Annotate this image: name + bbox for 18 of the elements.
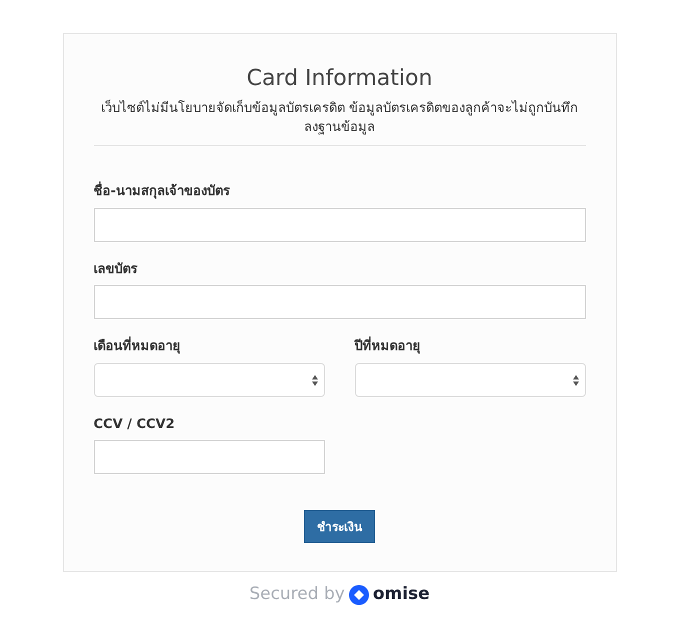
sort-arrows-icon bbox=[312, 374, 318, 386]
field-label: เลขบัตร bbox=[94, 260, 138, 278]
field-label: เดือนที่หมดอายุ bbox=[94, 337, 324, 356]
field-label: ชื่อ-นามสกุลเจ้าของบัตร bbox=[94, 182, 586, 202]
form-title: Card Information bbox=[246, 65, 434, 93]
field-label: ปีที่หมดอายุ bbox=[354, 337, 586, 356]
secured-by-text: Secured by bbox=[249, 583, 345, 606]
select-field[interactable] bbox=[354, 362, 586, 396]
pay-button[interactable]: ชำระเงิน bbox=[304, 510, 375, 543]
input-field[interactable] bbox=[94, 440, 324, 474]
notice-text: เว็บไซต์ไม่มีนโยบายจัดเก็บข้อมูลบัตรเครดิต ข้อมูลบัตรเครดิตของลูกค้าจะไม่ถูกบันทึกลงฐานข้อมูล bbox=[100, 99, 580, 137]
field-label: CCV / CCV2 bbox=[94, 416, 176, 434]
input-field[interactable] bbox=[94, 285, 586, 319]
diamond-logo-icon bbox=[348, 584, 369, 605]
input-field[interactable] bbox=[94, 208, 586, 242]
sort-arrows-icon bbox=[572, 374, 578, 386]
brand-name: omise bbox=[372, 583, 430, 606]
select-field[interactable] bbox=[94, 362, 324, 396]
